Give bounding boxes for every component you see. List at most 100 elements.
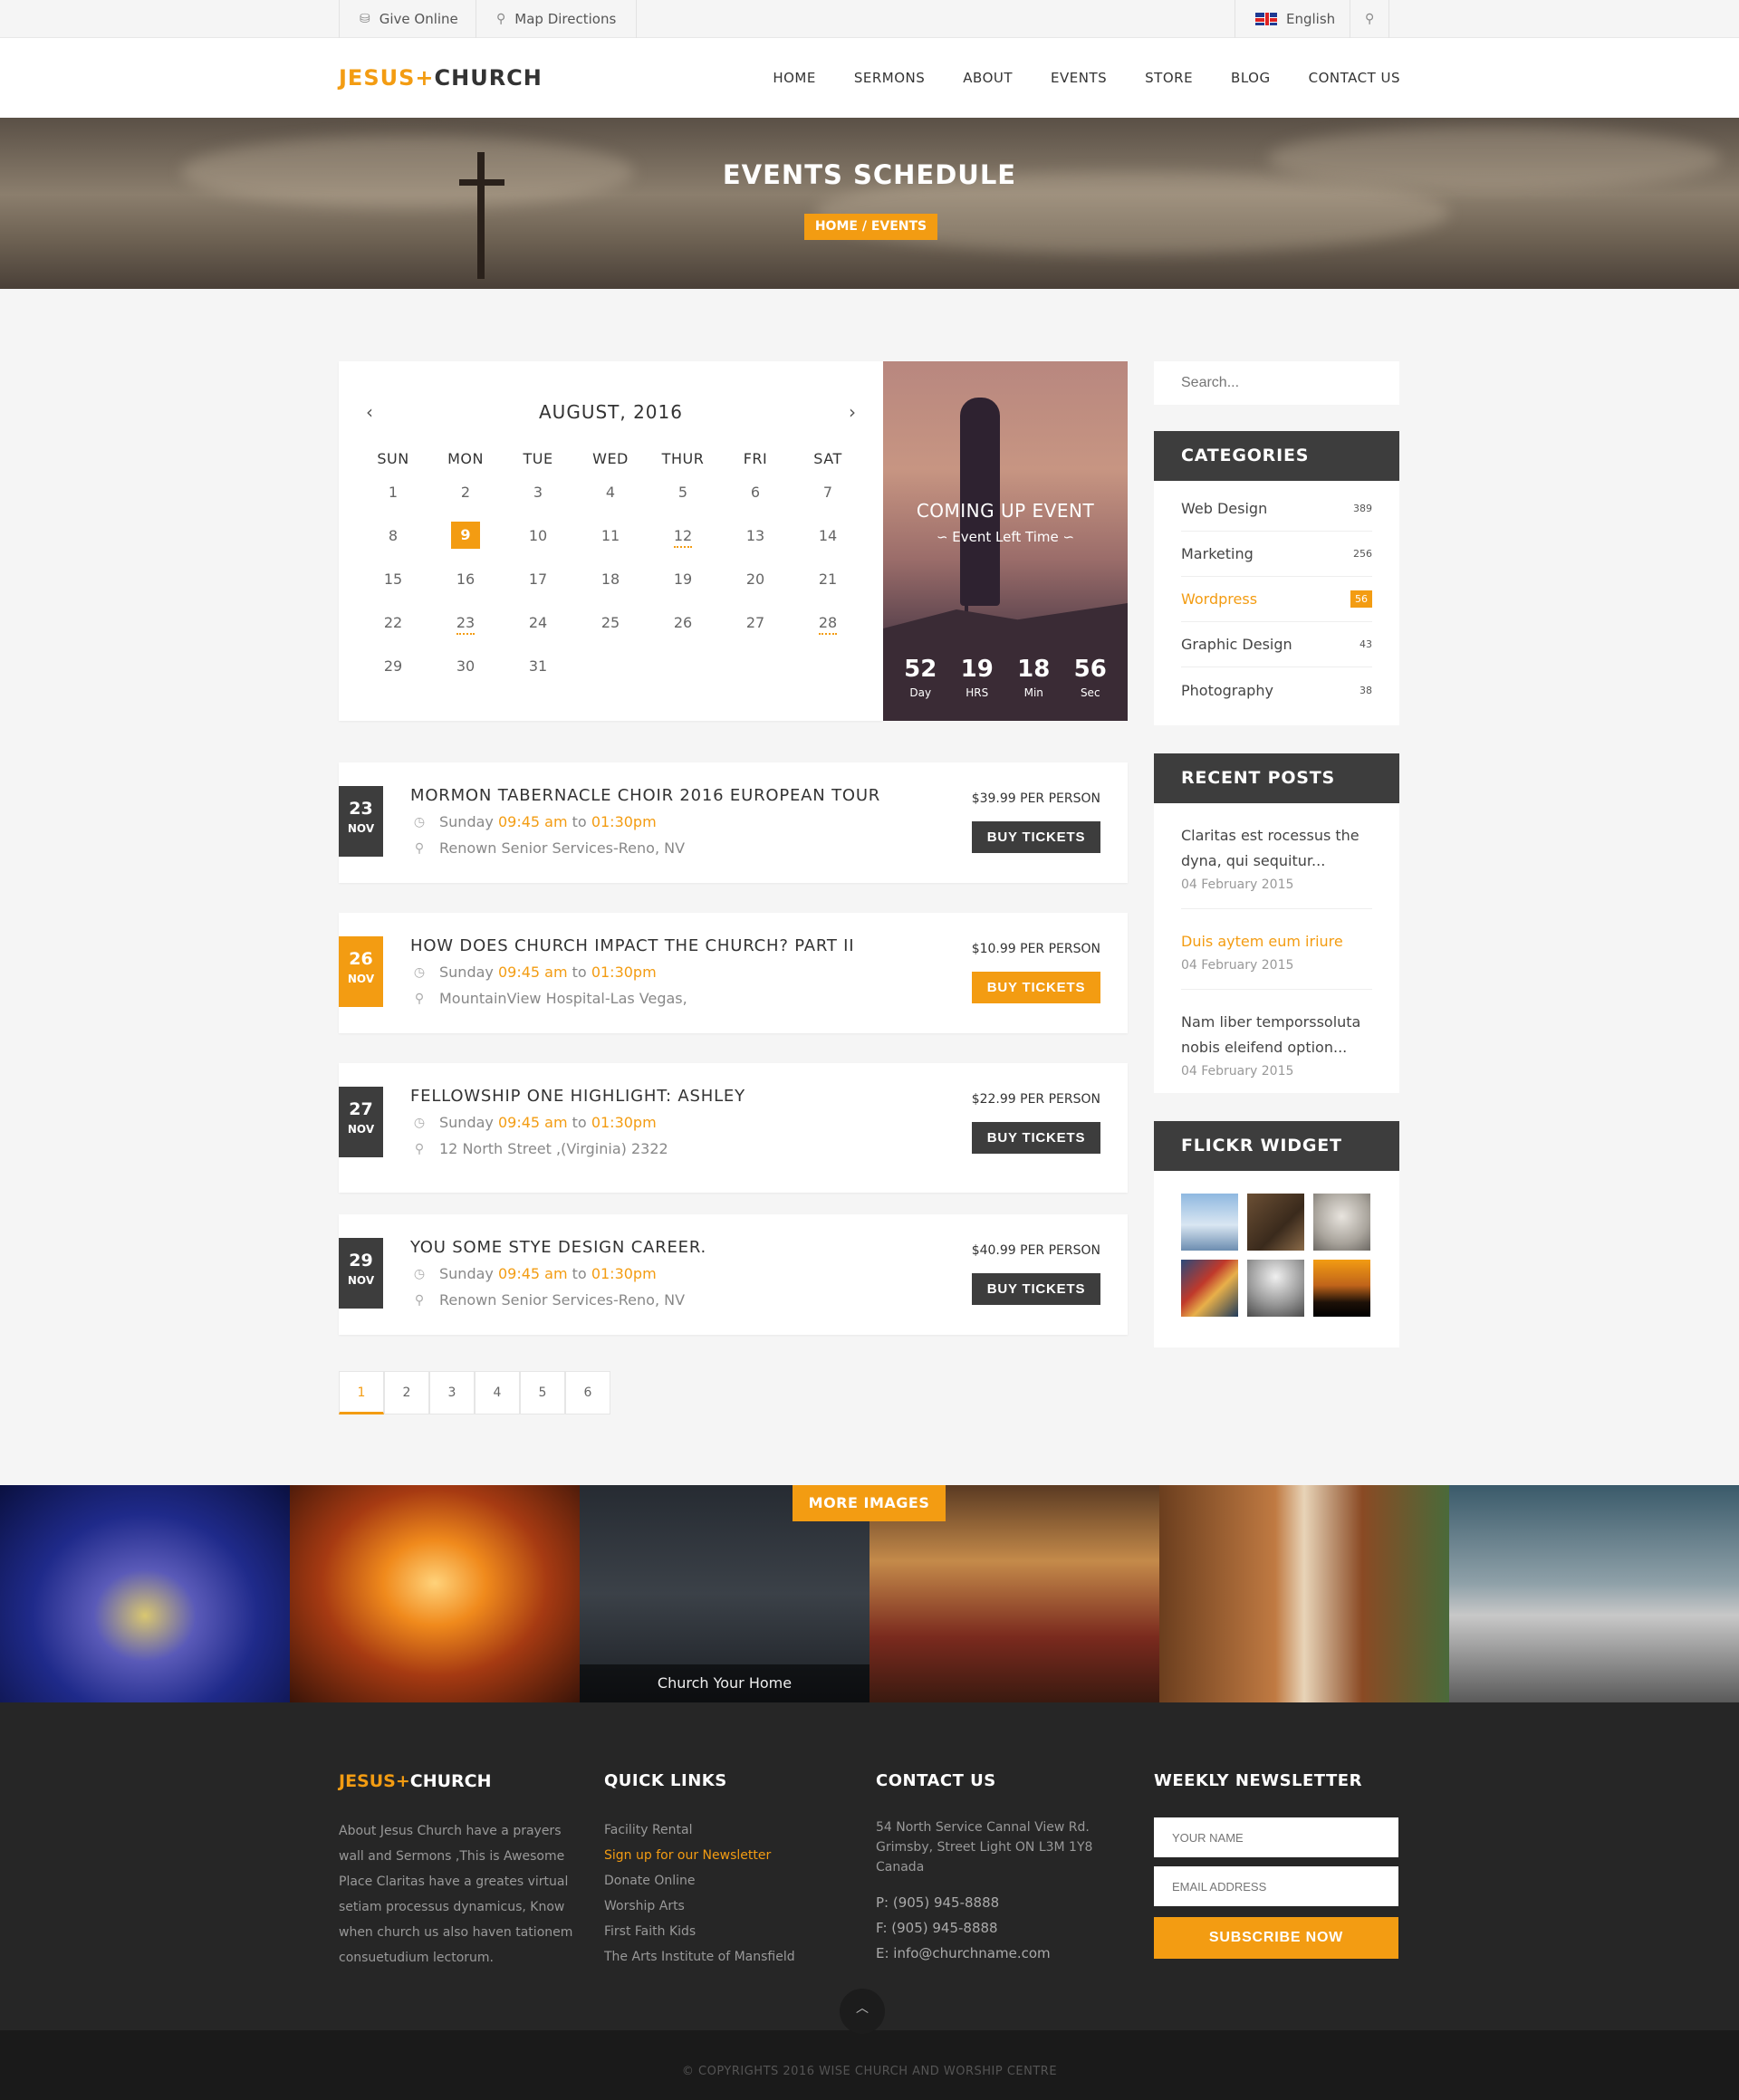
calendar-day[interactable]: 21 [792,571,864,588]
calendar-day[interactable]: 18 [574,571,647,588]
upcoming-event-card[interactable]: COMING UP EVENT ∽ Event Left Time ∽ 52 Da… [883,361,1128,721]
calendar-day[interactable]: 22 [357,614,429,631]
event-title[interactable]: HOW DOES CHURCH IMPACT THE CHURCH? PART … [410,936,854,955]
category-item-active[interactable]: Wordpress 56 [1181,577,1372,622]
calendar-day-event[interactable]: 23 [429,613,502,635]
map-directions-link[interactable]: ⚲ Map Directions [476,0,638,38]
calendar-day[interactable]: 17 [502,571,574,588]
calendar-day[interactable]: 31 [502,657,574,675]
calendar-day[interactable]: 4 [574,484,647,501]
calendar-day[interactable]: 8 [357,527,429,544]
gallery-image[interactable] [1449,1485,1739,1702]
calendar-day[interactable]: 11 [574,527,647,544]
subscribe-button[interactable]: SUBSCRIBE NOW [1154,1917,1398,1959]
page-link[interactable]: 4 [475,1371,520,1414]
category-item[interactable]: Photography 38 [1181,667,1372,713]
scroll-to-top-button[interactable]: ︿ [840,1989,885,2034]
page-link[interactable]: 3 [429,1371,475,1414]
flickr-thumbnail[interactable] [1313,1194,1370,1251]
nav-home[interactable]: HOME [773,70,816,86]
more-images-button[interactable]: MORE IMAGES [793,1485,946,1521]
event-item: 29 NOV YOU SOME STYE DESIGN CAREER. ◷ Sund… [339,1214,1128,1335]
calendar-day[interactable]: 27 [719,614,792,631]
buy-tickets-button[interactable]: BUY TICKETS [972,1273,1100,1305]
flickr-thumbnail[interactable] [1181,1260,1238,1317]
flickr-thumbnail[interactable] [1313,1260,1370,1317]
calendar-day[interactable]: 20 [719,571,792,588]
footer-link[interactable]: The Arts Institute of Mansfield [604,1944,795,1970]
give-online-link[interactable]: ⛁ Give Online [339,0,478,38]
footer-link[interactable]: First Faith Kids [604,1919,795,1944]
event-title[interactable]: YOU SOME STYE DESIGN CAREER. [410,1238,706,1257]
calendar-day[interactable]: 2 [429,484,502,501]
copyright-text: © COPYRIGHTS 2016 WISE CHURCH AND WORSHI… [681,2065,1058,2078]
newsletter-email-field[interactable] [1154,1866,1398,1906]
event-date-badge: 29 NOV [339,1238,383,1309]
calendar-day[interactable]: 29 [357,657,429,675]
footer-link[interactable]: Donate Online [604,1868,795,1894]
nav-store[interactable]: STORE [1145,70,1193,86]
calendar-day[interactable]: 15 [357,571,429,588]
calendar-day-event[interactable]: 12 [647,526,719,548]
language-selector[interactable]: English [1235,0,1355,38]
footer-logo[interactable]: JESUS+CHURCH [339,1771,588,1791]
site-logo[interactable]: JESUS+CHURCH [339,65,543,91]
event-end: 01:30pm [591,964,657,981]
breadcrumb[interactable]: HOME / EVENTS [804,214,937,240]
page-link[interactable]: 6 [565,1371,610,1414]
category-item[interactable]: Marketing 256 [1181,532,1372,577]
category-item[interactable]: Graphic Design 43 [1181,622,1372,667]
calendar-day-today[interactable]: 9 [429,522,502,549]
nav-blog[interactable]: BLOG [1231,70,1271,86]
buy-tickets-button[interactable]: BUY TICKETS [972,972,1100,1003]
calendar-day[interactable]: 16 [429,571,502,588]
recent-post[interactable]: Duis aytem eum iriure 04 February 2015 [1181,909,1372,990]
calendar-day[interactable]: 13 [719,527,792,544]
calendar-day[interactable]: 6 [719,484,792,501]
flickr-thumbnail[interactable] [1247,1194,1304,1251]
category-item[interactable]: Web Design 389 [1181,486,1372,532]
event-title[interactable]: FELLOWSHIP ONE HIGHLIGHT: ASHLEY [410,1087,745,1106]
page-link[interactable]: 5 [520,1371,565,1414]
footer-link[interactable]: Sign up for our Newsletter [604,1843,795,1868]
buy-tickets-button[interactable]: BUY TICKETS [972,1122,1100,1154]
calendar-day[interactable]: 14 [792,527,864,544]
calendar-day[interactable]: 5 [647,484,719,501]
calendar-day[interactable]: 25 [574,614,647,631]
nav-events[interactable]: EVENTS [1051,70,1107,86]
contact-email[interactable]: E: info@churchname.com [876,1941,1092,1966]
map-pin-icon: ⚲ [414,840,425,856]
calendar-day[interactable]: 26 [647,614,719,631]
nav-about[interactable]: ABOUT [963,70,1013,86]
weekday-label: MON [447,450,484,467]
page-link[interactable]: 2 [384,1371,429,1414]
calendar-day[interactable]: 1 [357,484,429,501]
nav-contact-us[interactable]: CONTACT US [1309,70,1400,86]
event-title[interactable]: MORMON TABERNACLE CHOIR 2016 EUROPEAN TO… [410,786,880,805]
recent-post[interactable]: Claritas est rocessus the dyna, qui sequ… [1181,803,1372,909]
footer-link[interactable]: Facility Rental [604,1817,795,1843]
gallery-image[interactable] [1159,1485,1449,1702]
page-link-current[interactable]: 1 [339,1371,384,1414]
calendar-day-event[interactable]: 28 [792,613,864,635]
calendar-day[interactable]: 30 [429,657,502,675]
calendar-day[interactable]: 3 [502,484,574,501]
next-month-button[interactable]: › [849,401,856,423]
buy-tickets-button[interactable]: BUY TICKETS [972,821,1100,853]
recent-post[interactable]: Nam liber temporssoluta nobis eleifend o… [1181,990,1372,1095]
search-toggle-button[interactable]: ⚲ [1350,0,1390,38]
calendar-day[interactable]: 7 [792,484,864,501]
nav-sermons[interactable]: SERMONS [854,70,925,86]
newsletter-name-field[interactable] [1154,1817,1398,1857]
gallery-image[interactable] [290,1485,580,1702]
flickr-thumbnail[interactable] [1247,1260,1304,1317]
calendar-day[interactable]: 24 [502,614,574,631]
calendar-day[interactable]: 19 [647,571,719,588]
gallery-image[interactable] [0,1485,290,1702]
calendar-day[interactable]: 10 [502,527,574,544]
sidebar-search-input[interactable] [1154,361,1399,405]
event-item: 26 NOV HOW DOES CHURCH IMPACT THE CHURCH?… [339,913,1128,1033]
flickr-thumbnail[interactable] [1181,1194,1238,1251]
footer-link[interactable]: Worship Arts [604,1894,795,1919]
logo-part-jesus: JESUS+ [339,65,435,91]
